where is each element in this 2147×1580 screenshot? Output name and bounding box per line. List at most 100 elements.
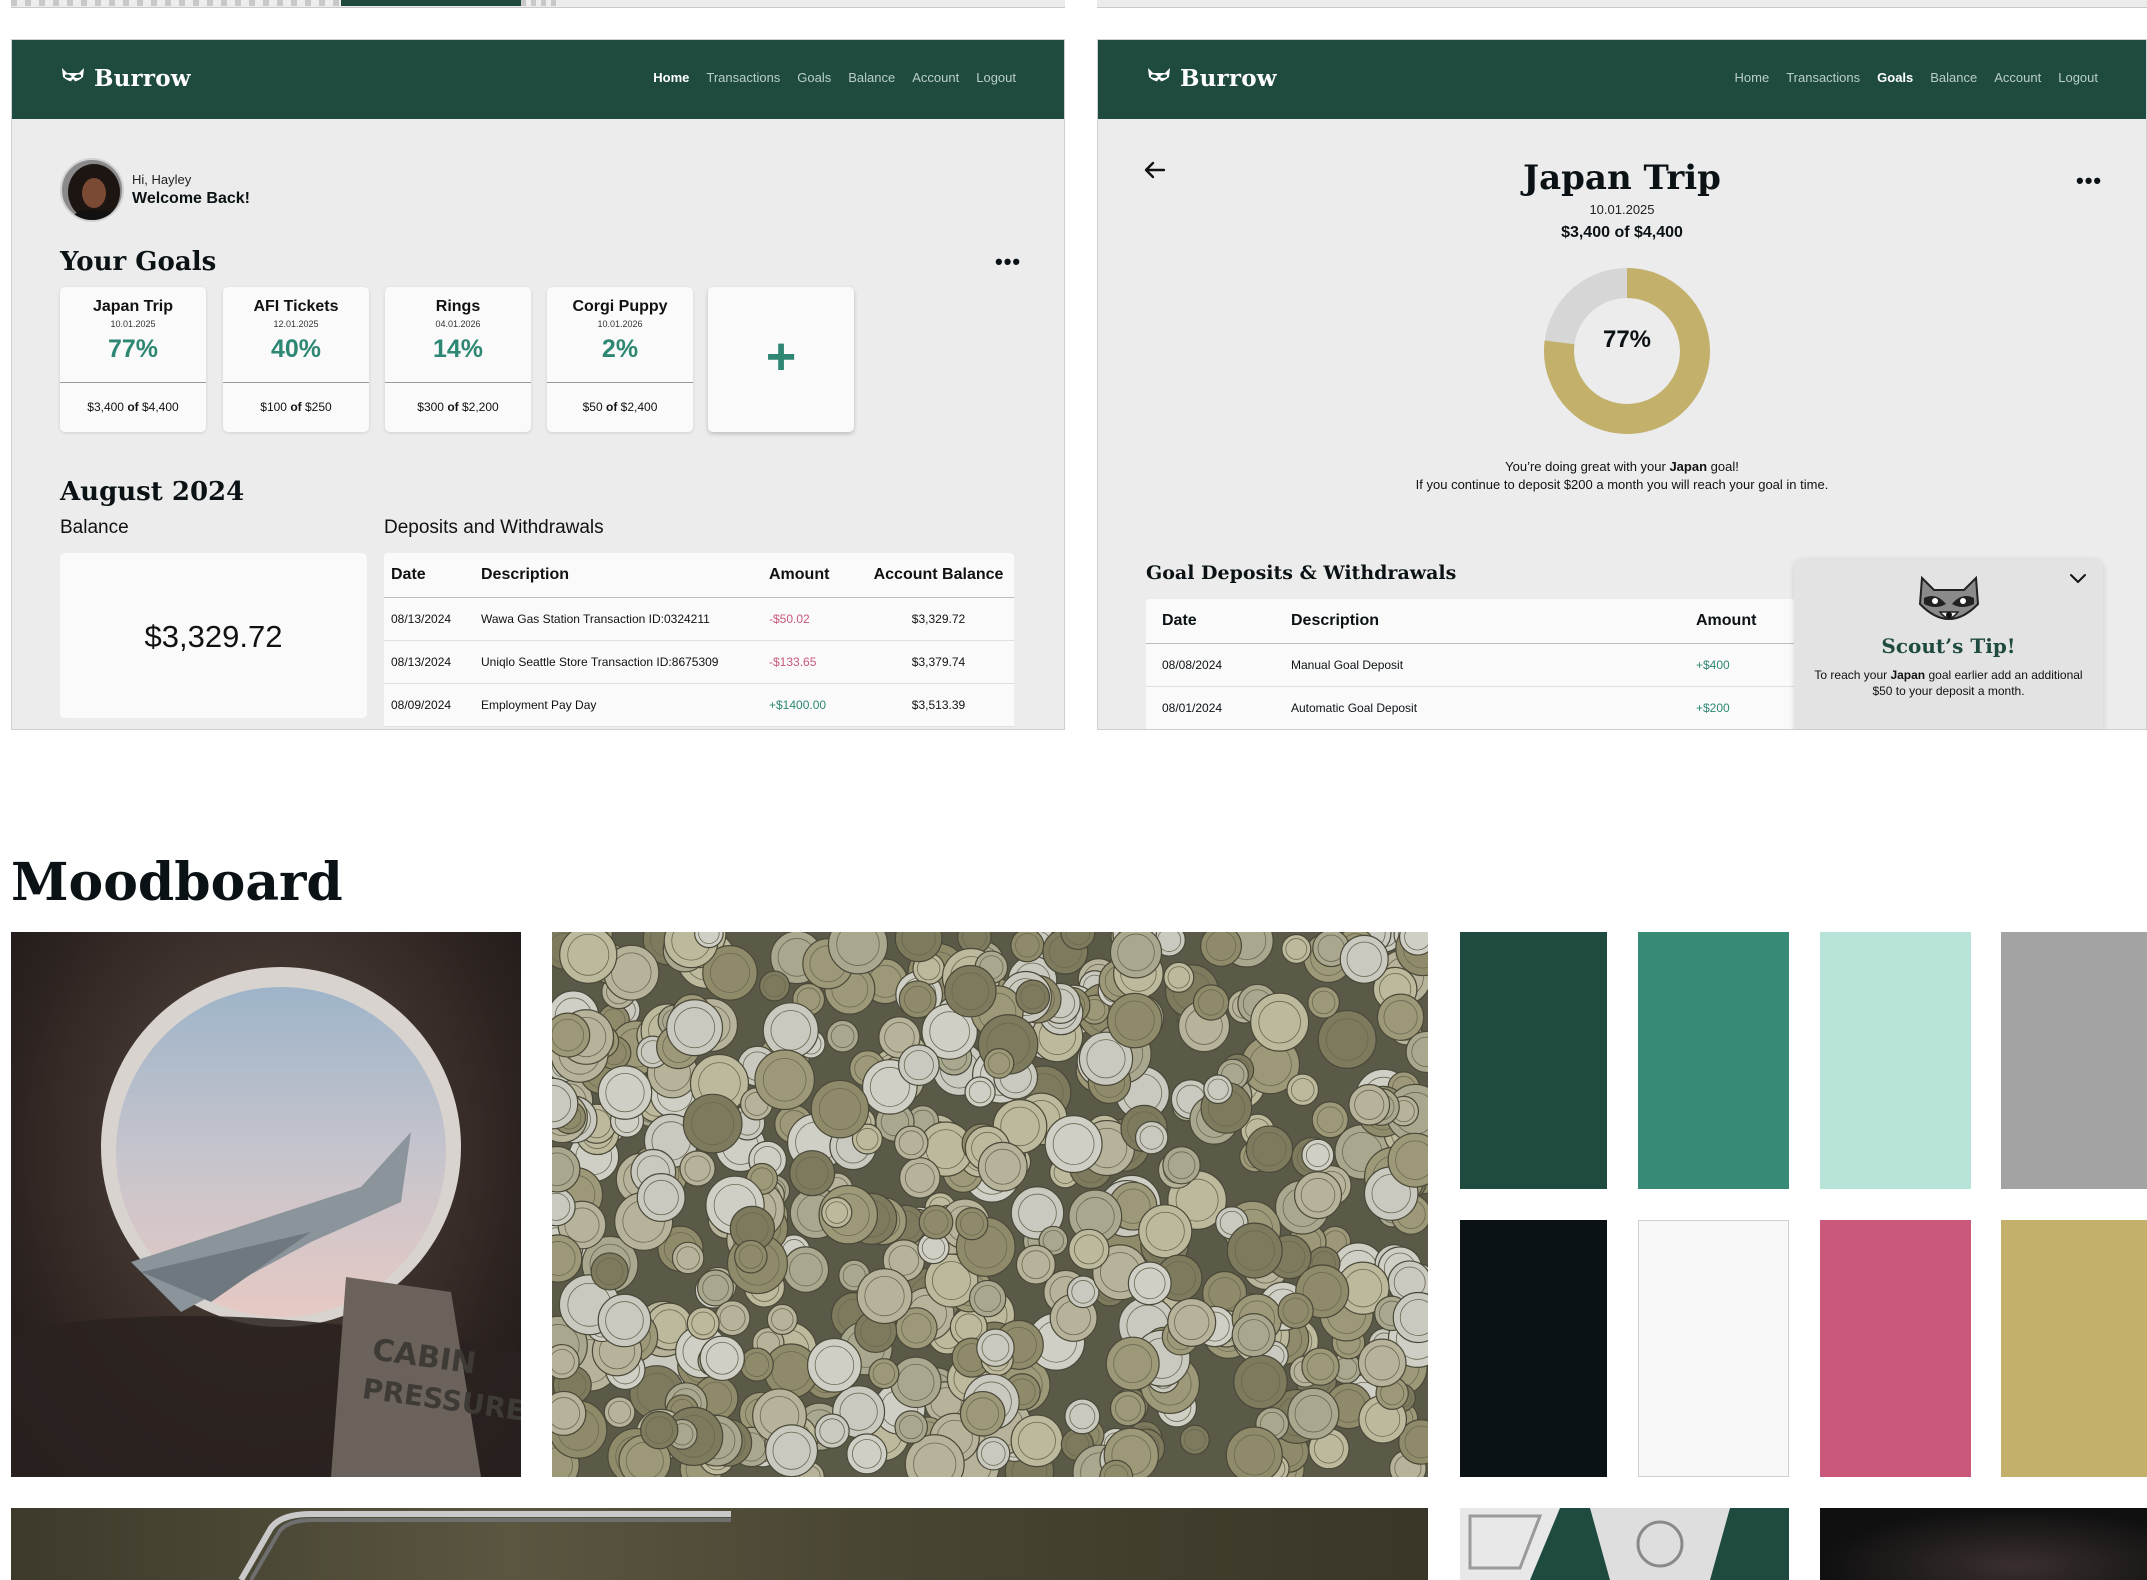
coins-photo <box>552 932 1428 1477</box>
swatch-gold <box>2001 1220 2147 1477</box>
goal-card-corgi-puppy[interactable]: Corgi Puppy 10.01.2026 2% $50 of $2,400 <box>547 287 693 432</box>
nav-menu: Home Transactions Goals Balance Account … <box>1735 70 2098 85</box>
table-row[interactable]: 08/13/2024 Wawa Gas Station Transaction … <box>384 598 1014 641</box>
row-date: 08/01/2024 <box>1162 701 1223 715</box>
goal-amount: $3,400 of $4,400 <box>87 400 179 414</box>
header-description[interactable]: Description <box>1291 612 1696 630</box>
goal-percent: 14% <box>432 335 484 363</box>
goal-amount: $100 of $250 <box>260 400 332 414</box>
swatch-white <box>1638 1220 1789 1477</box>
brand[interactable]: Burrow <box>60 65 191 92</box>
tx-amount: +$1400.00 <box>769 698 827 712</box>
table-header: Date Description Amount Account Balance <box>384 553 1014 598</box>
goal-amount-line: $3,400 of $4,400 <box>1561 224 1683 241</box>
tip-title: Scout’s Tip! <box>1881 634 2016 658</box>
greeting: Hi, Hayley Welcome Back! <box>60 158 250 222</box>
chevron-down-icon[interactable] <box>2069 572 2087 590</box>
header-amount[interactable]: Amount <box>1696 612 1796 630</box>
goal-card-japan-trip[interactable]: Japan Trip 10.01.2025 77% $3,400 of $4,4… <box>60 287 206 432</box>
tx-date: 08/13/2024 <box>391 655 452 669</box>
row-description: Manual Goal Deposit <box>1291 658 1404 672</box>
balance-value: $3,329.72 <box>144 619 283 654</box>
header-date[interactable]: Date <box>384 566 475 584</box>
navbar: Burrow Home Transactions Goals Balance A… <box>1098 40 2146 119</box>
table-row[interactable]: 08/01/2024 Automatic Goal Deposit +$200 <box>1146 687 1796 729</box>
goal-transactions-title: Goal Deposits & Withdrawals <box>1146 562 1457 584</box>
home-screen: Burrow Home Transactions Goals Balance A… <box>11 39 1065 730</box>
goal-date: 10.01.2025 <box>110 319 156 329</box>
row-description: Automatic Goal Deposit <box>1291 701 1418 715</box>
tx-date: 08/13/2024 <box>391 612 452 626</box>
goal-transactions-table: Date Description Amount 08/08/2024 Manua… <box>1146 599 1796 729</box>
tx-amount: -$133.65 <box>769 655 817 669</box>
tx-balance: $3,513.39 <box>911 698 966 712</box>
header-amount[interactable]: Amount <box>763 566 863 584</box>
table-row[interactable]: 08/09/2024 Employment Pay Day +$1400.00 … <box>384 684 1014 727</box>
nav-balance[interactable]: Balance <box>1930 70 1977 85</box>
goal-date: 10.01.2026 <box>597 319 643 329</box>
nav-logout[interactable]: Logout <box>976 70 1016 85</box>
nav-home[interactable]: Home <box>1735 70 1770 85</box>
brand-name: Burrow <box>1180 65 1277 92</box>
add-goal-button[interactable]: + <box>708 287 854 432</box>
goal-name: Corgi Puppy <box>572 298 668 315</box>
row-date: 08/08/2024 <box>1162 658 1223 672</box>
divider <box>385 382 531 383</box>
header-date[interactable]: Date <box>1146 612 1291 630</box>
goal-title: Japan Trip <box>1523 158 1721 198</box>
goals-more-menu[interactable]: ••• <box>995 249 1021 275</box>
swatch-teal <box>1638 932 1789 1189</box>
nav-transactions[interactable]: Transactions <box>1786 70 1860 85</box>
progress-label: 77% <box>1602 326 1652 353</box>
top-strip-left <box>11 0 1065 8</box>
nav-goals[interactable]: Goals <box>1877 70 1913 85</box>
nav-home[interactable]: Home <box>653 70 689 85</box>
greeting-small: Hi, Hayley <box>132 172 192 187</box>
swatch-mint <box>1820 932 1971 1189</box>
nav-logout[interactable]: Logout <box>2058 70 2098 85</box>
raccoon-logo-icon <box>60 66 86 91</box>
airplane-window-photo: CABIN PRESSURE <box>11 932 521 1477</box>
nav-transactions[interactable]: Transactions <box>706 70 780 85</box>
tx-balance: $3,379.74 <box>911 655 966 669</box>
nav-balance[interactable]: Balance <box>848 70 895 85</box>
goal-detail-screen: Burrow Home Transactions Goals Balance A… <box>1097 39 2147 730</box>
greeting-welcome: Welcome Back! <box>132 190 250 207</box>
raccoon-mascot-icon <box>1914 574 1984 635</box>
strip-green <box>341 0 521 6</box>
tx-description: Employment Pay Day <box>481 698 597 712</box>
plus-icon: + <box>765 328 797 386</box>
tx-date: 08/09/2024 <box>391 698 452 712</box>
balance-label: Balance <box>60 517 129 538</box>
goal-card-rings[interactable]: Rings 04.01.2026 14% $300 of $2,200 <box>385 287 531 432</box>
goal-date: 10.01.2025 <box>1589 202 1655 217</box>
top-strip-right <box>1097 0 2147 8</box>
avatar[interactable] <box>60 158 124 222</box>
swatch-gray <box>2001 932 2147 1189</box>
brand[interactable]: Burrow <box>1146 65 1277 92</box>
swatch-pink <box>1820 1220 1971 1477</box>
goal-card-afi-tickets[interactable]: AFI Tickets 12.01.2025 40% $100 of $250 <box>223 287 369 432</box>
table-row[interactable]: 08/08/2024 Manual Goal Deposit +$400 <box>1146 644 1796 687</box>
nav-account[interactable]: Account <box>912 70 959 85</box>
nav-goals[interactable]: Goals <box>797 70 831 85</box>
scout-tip-panel: Scout’s Tip! To reach your Japan goal ea… <box>1794 558 2103 729</box>
goal-date: 04.01.2026 <box>435 319 481 329</box>
row-amount: +$400 <box>1696 658 1730 672</box>
goal-name: Rings <box>435 298 481 315</box>
dollar-bill-photo <box>1460 1508 1789 1580</box>
header-description[interactable]: Description <box>475 566 763 584</box>
header-account-balance[interactable]: Account Balance <box>863 566 1014 584</box>
raccoon-logo-icon <box>1146 66 1172 91</box>
swatch-dark-green <box>1460 932 1607 1189</box>
transactions-table: Date Description Amount Account Balance … <box>384 553 1014 727</box>
tx-description: Uniqlo Seattle Store Transaction ID:8675… <box>481 655 719 669</box>
goal-amount: $50 of $2,400 <box>582 400 658 414</box>
brand-name: Burrow <box>94 65 191 92</box>
goals-title: Your Goals <box>60 247 217 277</box>
goal-percent: 77% <box>107 335 159 363</box>
nav-account[interactable]: Account <box>1994 70 2041 85</box>
goal-percent: 2% <box>601 335 639 363</box>
table-row[interactable]: 08/13/2024 Uniqlo Seattle Store Transact… <box>384 641 1014 684</box>
navbar: Burrow Home Transactions Goals Balance A… <box>12 40 1064 119</box>
